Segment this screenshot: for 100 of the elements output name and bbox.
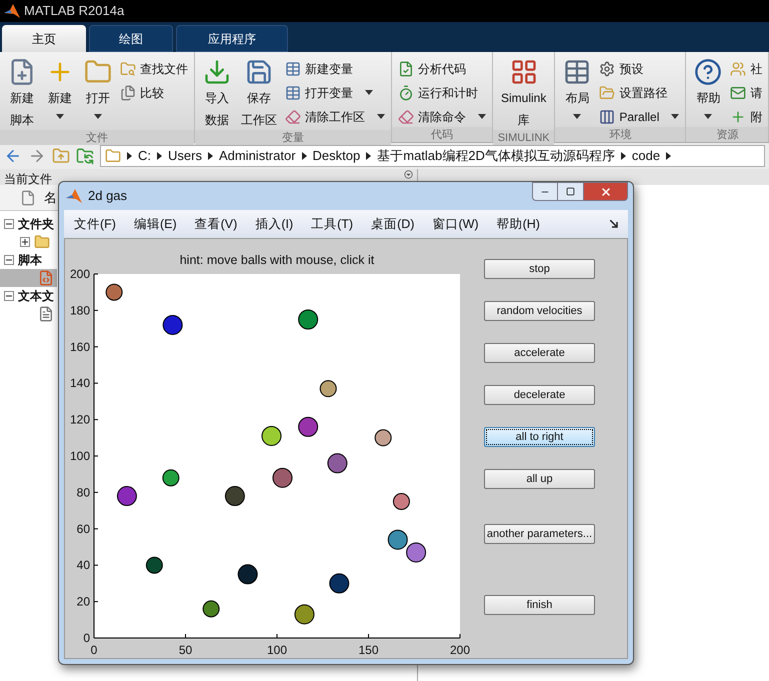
ribbon-button[interactable]: 查找文件 — [120, 58, 188, 79]
folder-browse-icon[interactable] — [76, 147, 94, 165]
ball-marker[interactable] — [406, 542, 426, 562]
ball-marker[interactable] — [327, 453, 348, 474]
chevron-icon — [157, 152, 162, 160]
tick-label: 0 — [83, 631, 90, 645]
tree-group-label[interactable]: 文件夹 — [18, 215, 54, 233]
action-button[interactable]: finish — [484, 595, 595, 615]
tick-label: 140 — [70, 376, 90, 390]
action-button[interactable]: random velocities — [484, 301, 595, 321]
close-button[interactable] — [584, 182, 628, 201]
ball-marker[interactable] — [162, 469, 180, 486]
text-file-icon — [38, 306, 54, 322]
app-title: MATLAB R2014a — [24, 2, 124, 20]
dock-arrow-icon[interactable] — [610, 220, 618, 228]
ball-marker[interactable] — [146, 556, 163, 574]
tick-label: 150 — [358, 643, 379, 657]
collapse-icon[interactable] — [404, 170, 413, 179]
ball-marker[interactable] — [272, 468, 292, 488]
ribbon-button[interactable]: 新建 脚本 — [6, 58, 38, 130]
caret-icon — [704, 114, 712, 119]
ribbon-button[interactable]: 新建变量 — [285, 58, 385, 79]
path-segment[interactable]: Desktop — [312, 146, 360, 166]
path-segment[interactable]: Users — [168, 146, 202, 166]
menu-item[interactable]: 查看(V) — [194, 214, 238, 234]
forward-icon[interactable] — [28, 147, 46, 165]
ribbon-button[interactable]: 分析代码 — [398, 58, 486, 79]
ribbon-button[interactable]: 比较 — [120, 82, 188, 103]
ball-marker[interactable] — [116, 486, 137, 506]
minimize-button[interactable] — [532, 182, 558, 201]
tick-label: 20 — [76, 594, 90, 609]
column-header[interactable]: 名 — [44, 188, 57, 208]
tree-group-label[interactable]: 脚本 — [18, 251, 42, 269]
ribbon-button[interactable]: 社 — [730, 58, 762, 79]
ribbon-button[interactable]: 运行和计时 — [398, 82, 486, 103]
ribbon-button[interactable]: 打开变量 — [285, 82, 385, 103]
table-icon — [285, 60, 301, 76]
ribbon-button[interactable]: 请 — [730, 82, 762, 103]
path-segment[interactable]: code — [632, 146, 660, 166]
ball-marker[interactable] — [238, 564, 258, 584]
ribbon-button[interactable]: 导入 数据 — [201, 58, 233, 130]
path-segment[interactable]: Administrator — [218, 146, 296, 166]
maximize-button[interactable] — [558, 182, 584, 201]
path-segment[interactable]: C: — [138, 146, 151, 166]
save-icon — [245, 58, 273, 86]
ball-marker[interactable] — [162, 314, 183, 335]
expand-toggle-icon[interactable] — [20, 237, 30, 247]
ball-marker[interactable] — [106, 284, 123, 301]
menu-item[interactable]: 帮助(H) — [496, 214, 540, 234]
collapse-toggle-icon[interactable] — [4, 291, 14, 301]
ribbon-button[interactable]: 清除命令 — [398, 106, 486, 127]
ribbon-button[interactable]: 清除工作区 — [285, 106, 385, 127]
collapse-toggle-icon[interactable] — [4, 219, 14, 229]
action-button[interactable]: decelerate — [484, 385, 595, 405]
menu-item[interactable]: 工具(T) — [311, 214, 354, 234]
path-segment[interactable]: 基于matlab编程2D气体模拟互动源码程序 — [377, 146, 615, 166]
mail-icon — [730, 84, 746, 100]
action-button[interactable]: stop — [484, 259, 595, 279]
ball-marker[interactable] — [320, 380, 337, 398]
action-button[interactable]: all to right — [484, 427, 595, 447]
ribbon-tab[interactable]: 绘图 — [89, 25, 173, 52]
ribbon-button[interactable]: 打开 — [82, 58, 114, 119]
ball-marker[interactable] — [388, 530, 408, 550]
ball-marker[interactable] — [329, 573, 350, 594]
ribbon-button[interactable]: 帮助 — [692, 58, 724, 119]
menu-item[interactable]: 编辑(E) — [134, 214, 177, 234]
ball-marker[interactable] — [298, 310, 318, 330]
ball-marker[interactable] — [374, 429, 392, 446]
address-bar[interactable]: C: Users Administrator Desktop 基于matlab编程2D气体模拟互动源码程序 code — [100, 145, 765, 167]
collapse-toggle-icon[interactable] — [4, 255, 14, 265]
ribbon-button[interactable]: Parallel — [599, 106, 680, 127]
ribbon-button[interactable]: Simulink 库 — [499, 58, 548, 130]
ribbon-tab[interactable]: 应用程序 — [176, 25, 288, 52]
ribbon-button[interactable]: 附 — [730, 106, 762, 127]
ribbon-button[interactable]: 新建 — [44, 58, 76, 119]
tree-group-label[interactable]: 文本文 — [18, 287, 54, 305]
folder-icon — [599, 84, 616, 100]
ribbon-tab[interactable]: 主页 — [2, 25, 86, 52]
ribbon-button[interactable]: 布局 — [561, 58, 594, 119]
ball-marker[interactable] — [392, 493, 410, 510]
menu-item[interactable]: 文件(F) — [74, 214, 116, 234]
ball-marker[interactable] — [224, 486, 245, 506]
ribbon-button[interactable]: 保存 工作区 — [239, 58, 279, 130]
ribbon-button[interactable]: 预设 — [599, 58, 680, 79]
panel-title: 当前文件 — [4, 171, 52, 188]
action-button[interactable]: all up — [484, 469, 595, 489]
timer-icon — [398, 84, 414, 100]
ball-marker[interactable] — [202, 600, 220, 618]
action-button[interactable]: another parameters... — [484, 524, 595, 544]
ball-marker[interactable] — [298, 416, 318, 437]
menu-item[interactable]: 窗口(W) — [432, 214, 479, 234]
ribbon-button[interactable]: 设置路径 — [599, 82, 680, 103]
menu-item[interactable]: 插入(I) — [255, 214, 294, 234]
group-label: 变量 — [195, 130, 391, 145]
back-icon[interactable] — [4, 147, 22, 165]
ball-marker[interactable] — [262, 426, 282, 446]
ball-marker[interactable] — [294, 604, 314, 624]
action-button[interactable]: accelerate — [484, 343, 595, 363]
menu-item[interactable]: 桌面(D) — [371, 214, 414, 234]
tick-label: 180 — [70, 303, 90, 318]
